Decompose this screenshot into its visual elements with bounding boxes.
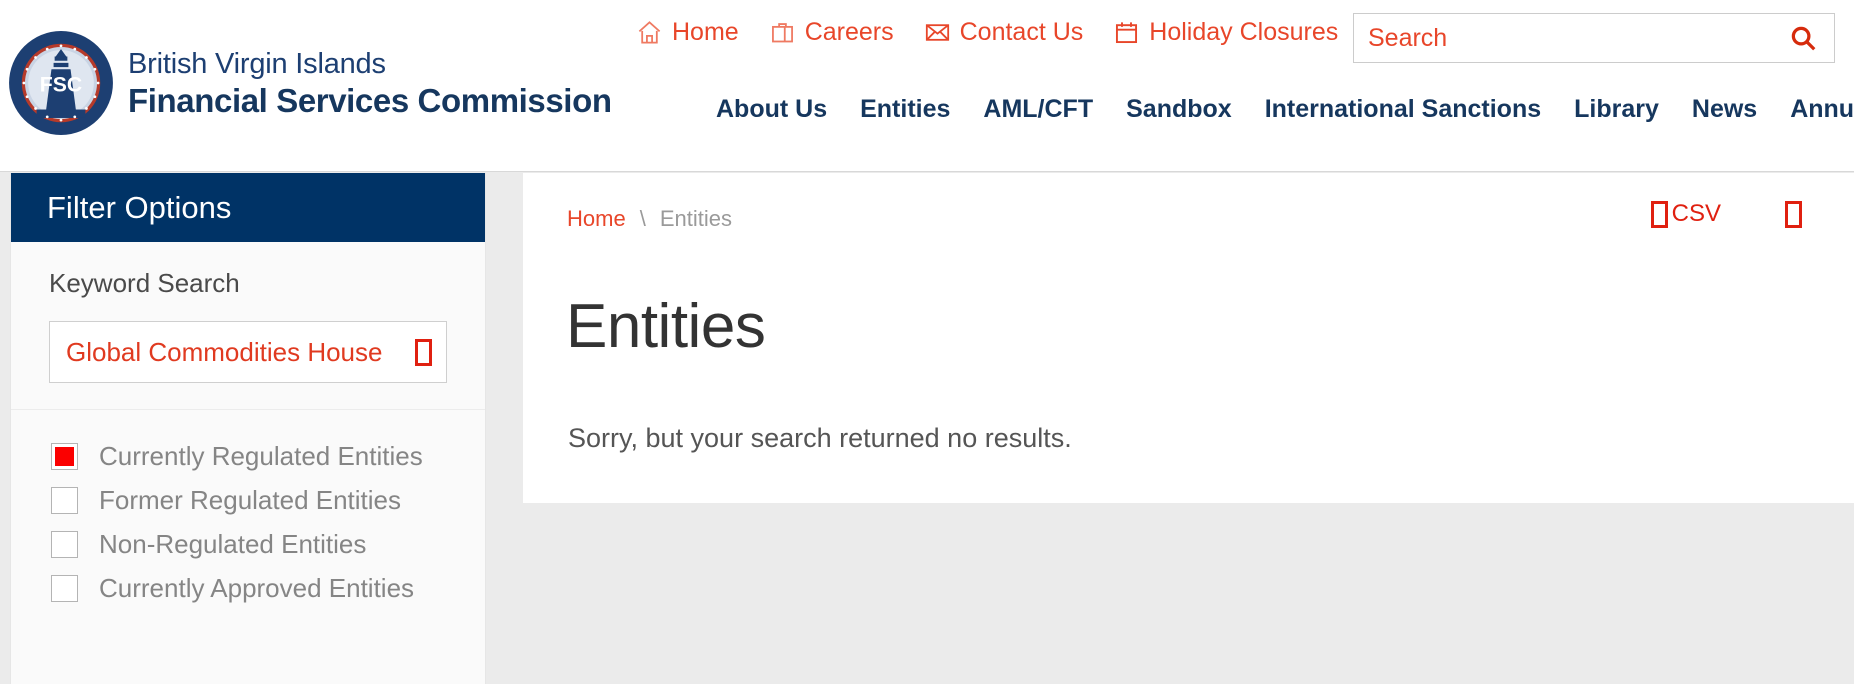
briefcase-icon <box>771 23 793 43</box>
search-submit-button[interactable] <box>1772 14 1834 62</box>
export-csv-button[interactable]: CSV <box>1650 200 1721 228</box>
checkbox-label-currently-approved-entities: Currently Approved Entities <box>99 572 415 603</box>
brand-line-1: British Virgin Islands <box>128 47 386 80</box>
nav-item-library[interactable]: Library <box>1574 95 1659 124</box>
checkbox-label-currently-regulated-entities: Currently Regulated Entities <box>99 440 423 471</box>
search-icon <box>1791 26 1816 51</box>
no-results-message: Sorry, but your search returned no resul… <box>568 423 1072 453</box>
filter-options-title: Filter Options <box>11 173 485 242</box>
utility-nav-label-contact-us: Contact Us <box>959 18 1084 46</box>
utility-nav-label-home: Home <box>672 18 739 46</box>
filter-row-non-regulated-entities[interactable]: Non-Regulated Entities <box>51 522 485 566</box>
utility-nav-item-home[interactable]: Home <box>636 18 739 47</box>
utility-nav-item-holiday-closures[interactable]: Holiday Closures <box>1113 18 1338 47</box>
nav-item-international-sanctions[interactable]: International Sanctions <box>1265 95 1541 124</box>
page-title: Entities <box>566 292 766 361</box>
svg-text:FSC: FSC <box>40 73 82 96</box>
utility-nav-label-careers: Careers <box>804 18 894 46</box>
nav-item-annual-returns[interactable]: Annual Returns <box>1790 95 1854 124</box>
search-input[interactable] <box>1354 14 1772 62</box>
filter-row-currently-approved-entities[interactable]: Currently Approved Entities <box>51 566 485 610</box>
main-nav: About Us Entities AML/CFT Sandbox Intern… <box>716 95 1854 124</box>
export-csv-label: CSV <box>1671 200 1721 227</box>
checkbox-currently-approved-entities[interactable] <box>51 574 78 602</box>
keyword-search-section: Keyword Search <box>11 242 485 409</box>
utility-nav: Home Careers Contact Us Holiday Closures <box>636 18 1338 47</box>
home-icon <box>638 21 661 44</box>
missing-glyph-box-icon <box>1785 200 1802 228</box>
entity-type-filters: Currently Regulated Entities Former Regu… <box>11 410 485 610</box>
nav-item-news[interactable]: News <box>1692 95 1757 124</box>
utility-nav-item-contact-us[interactable]: Contact Us <box>924 18 1084 47</box>
calendar-icon <box>1116 22 1138 44</box>
keyword-search-label: Keyword Search <box>49 268 240 298</box>
keyword-search-submit-button[interactable] <box>409 338 438 366</box>
utility-nav-item-careers[interactable]: Careers <box>769 18 894 47</box>
filter-sidebar: Filter Options Keyword Search Currently … <box>10 173 486 684</box>
missing-glyph-box-icon <box>1650 200 1668 228</box>
nav-item-sandbox[interactable]: Sandbox <box>1126 95 1232 124</box>
checkbox-label-former-regulated-entities: Former Regulated Entities <box>99 484 402 515</box>
checkbox-label-non-regulated-entities: Non-Regulated Entities <box>99 528 367 559</box>
keyword-search-input[interactable] <box>64 322 409 382</box>
site-search[interactable] <box>1353 13 1835 63</box>
site-logo[interactable]: FSC British Virgin Islands Financial Ser… <box>8 30 612 136</box>
checkbox-non-regulated-entities[interactable] <box>51 530 78 558</box>
brand-line-2: Financial Services Commission <box>128 81 612 119</box>
checkbox-currently-regulated-entities[interactable] <box>51 442 78 470</box>
breadcrumb-separator: \ <box>639 206 646 231</box>
missing-glyph-box-icon <box>415 338 432 366</box>
keyword-search-field[interactable] <box>49 321 447 383</box>
export-print-button[interactable] <box>1785 200 1806 228</box>
breadcrumb-link-home[interactable]: Home <box>567 206 626 232</box>
checkbox-former-regulated-entities[interactable] <box>51 486 78 514</box>
utility-nav-label-holiday-closures: Holiday Closures <box>1149 18 1339 46</box>
breadcrumb: Home \ Entities <box>567 206 732 232</box>
nav-item-aml-cft[interactable]: AML/CFT <box>983 95 1093 124</box>
filter-row-former-regulated-entities[interactable]: Former Regulated Entities <box>51 478 485 522</box>
fsc-seal-icon: FSC <box>9 31 113 135</box>
site-header: FSC British Virgin Islands Financial Ser… <box>0 0 1854 172</box>
breadcrumb-current-entities: Entities <box>659 206 732 231</box>
filter-row-currently-regulated-entities[interactable]: Currently Regulated Entities <box>51 434 485 478</box>
export-actions: CSV <box>1650 200 1806 228</box>
nav-item-about-us[interactable]: About Us <box>716 95 827 124</box>
nav-item-entities[interactable]: Entities <box>860 95 950 124</box>
envelope-icon <box>925 24 949 41</box>
